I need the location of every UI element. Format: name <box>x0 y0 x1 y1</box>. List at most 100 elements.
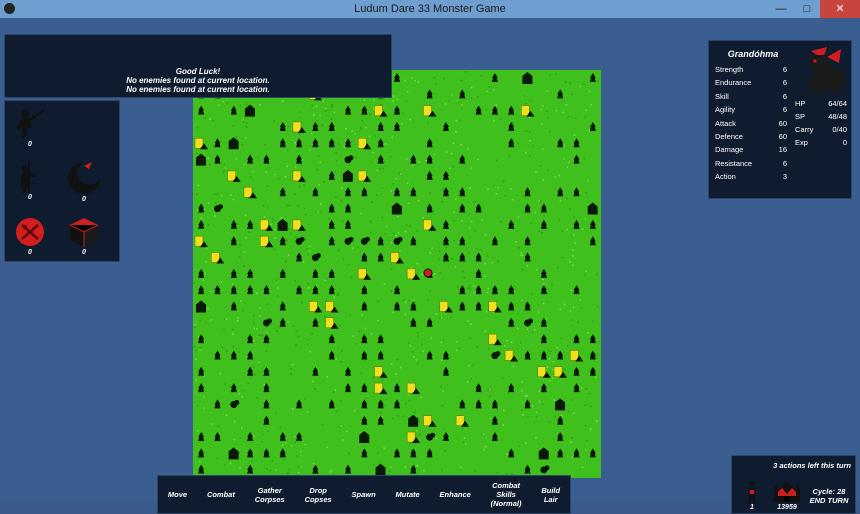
grass-speck <box>226 349 228 352</box>
monster-zombie[interactable]: 0 <box>10 160 50 201</box>
grass-speck <box>340 360 343 363</box>
close-button[interactable]: ✕ <box>820 0 860 18</box>
grass-speck <box>560 414 563 416</box>
game-map[interactable] <box>193 70 601 478</box>
grass-speck <box>585 109 587 111</box>
maximize-button[interactable]: □ <box>794 0 820 18</box>
stat-row: Agility 6 <box>715 105 787 118</box>
build-lair-button[interactable]: Build Lair <box>541 486 560 504</box>
grass-speck <box>520 409 523 411</box>
stat-list: Strength 6 Endurance 6 Skill 6 Agility 6 Att… <box>715 65 787 186</box>
drop-corpses-button[interactable]: Drop Copses <box>305 486 332 504</box>
grass-speck <box>408 342 410 344</box>
grass-speck <box>539 270 541 272</box>
grass-speck <box>502 424 504 426</box>
grass-speck <box>333 111 336 114</box>
grass-speck <box>390 190 393 192</box>
grass-speck <box>194 326 197 329</box>
map-tiles[interactable] <box>193 70 601 478</box>
grass-speck <box>562 111 564 114</box>
grass-speck <box>468 252 470 254</box>
grass-speck <box>350 276 353 278</box>
grass-speck <box>525 102 528 105</box>
grass-speck <box>401 122 403 125</box>
grass-speck <box>510 188 512 190</box>
vital-value: 0 <box>842 138 847 147</box>
grass-speck <box>375 194 378 196</box>
monster-ghoul[interactable]: 0 <box>64 160 104 203</box>
grass-speck <box>460 79 462 82</box>
grass-speck <box>462 270 464 273</box>
grass-speck <box>433 77 436 79</box>
grass-speck <box>275 279 278 281</box>
grass-speck <box>409 442 412 445</box>
grass-speck <box>381 415 384 418</box>
grass-speck <box>354 409 356 412</box>
grass-speck <box>583 83 585 85</box>
grass-speck <box>580 387 583 389</box>
grass-speck <box>230 194 232 196</box>
end-turn-button[interactable]: END TURN <box>804 496 854 505</box>
grass-speck <box>489 389 491 391</box>
grass-speck <box>487 389 489 391</box>
monster-red-orb[interactable]: 0 <box>10 215 50 256</box>
grass-speck <box>472 364 474 366</box>
monster-warrior[interactable]: 0 <box>10 107 50 148</box>
combat-button[interactable]: Combat <box>207 490 235 499</box>
grass-speck <box>225 414 228 416</box>
grass-speck <box>555 73 557 76</box>
grass-speck <box>225 318 228 320</box>
grass-speck <box>516 327 519 329</box>
grass-speck <box>335 196 337 198</box>
grass-speck <box>488 86 491 88</box>
mutate-button[interactable]: Mutate <box>396 490 420 499</box>
grass-speck <box>549 74 551 77</box>
ghoul-icon <box>68 162 100 194</box>
grass-speck <box>529 139 531 142</box>
grass-speck <box>326 376 328 378</box>
grass-speck <box>463 277 465 279</box>
grass-speck <box>357 246 359 248</box>
grass-speck <box>526 395 528 397</box>
grass-speck <box>214 202 217 204</box>
monster-cube[interactable]: 0 <box>64 215 104 256</box>
grass-speck <box>288 469 290 471</box>
grass-speck <box>259 307 261 309</box>
grass-speck <box>425 159 427 162</box>
grass-speck <box>373 99 375 101</box>
grass-speck <box>320 203 322 205</box>
enhance-button[interactable]: Enhance <box>440 490 471 499</box>
grass-speck <box>326 446 328 449</box>
stat-value: 3 <box>782 172 787 182</box>
grass-speck <box>444 103 447 105</box>
grass-speck <box>517 142 519 145</box>
grass-speck <box>214 193 216 195</box>
grass-speck <box>298 335 300 337</box>
stat-row: Resistance 6 <box>715 159 787 172</box>
lair-icon <box>774 482 800 502</box>
minimize-button[interactable]: — <box>768 0 794 18</box>
grass-speck <box>567 116 570 118</box>
cube-icon <box>69 218 99 247</box>
move-button[interactable]: Move <box>168 490 187 499</box>
grass-speck <box>527 415 529 418</box>
vital-value: 64/64 <box>828 99 847 108</box>
grass-speck <box>199 347 201 349</box>
grass-speck <box>306 248 308 250</box>
combat-skills-button[interactable]: Combat Skills (Normal) <box>491 481 522 508</box>
grass-speck <box>523 95 526 97</box>
grass-speck <box>458 347 461 350</box>
grass-speck <box>266 207 269 209</box>
spawn-button[interactable]: Spawn <box>352 490 376 499</box>
grass-speck <box>334 389 337 391</box>
grass-speck <box>253 340 255 342</box>
grass-speck <box>197 429 199 432</box>
gather-corpses-button[interactable]: Gather Corpses <box>255 486 285 504</box>
grass-speck <box>232 333 234 335</box>
grass-speck <box>573 216 575 218</box>
grass-speck <box>211 423 213 425</box>
grass-speck <box>460 144 462 146</box>
grass-speck <box>377 300 380 303</box>
grass-speck <box>537 311 540 313</box>
grass-speck <box>238 393 240 395</box>
